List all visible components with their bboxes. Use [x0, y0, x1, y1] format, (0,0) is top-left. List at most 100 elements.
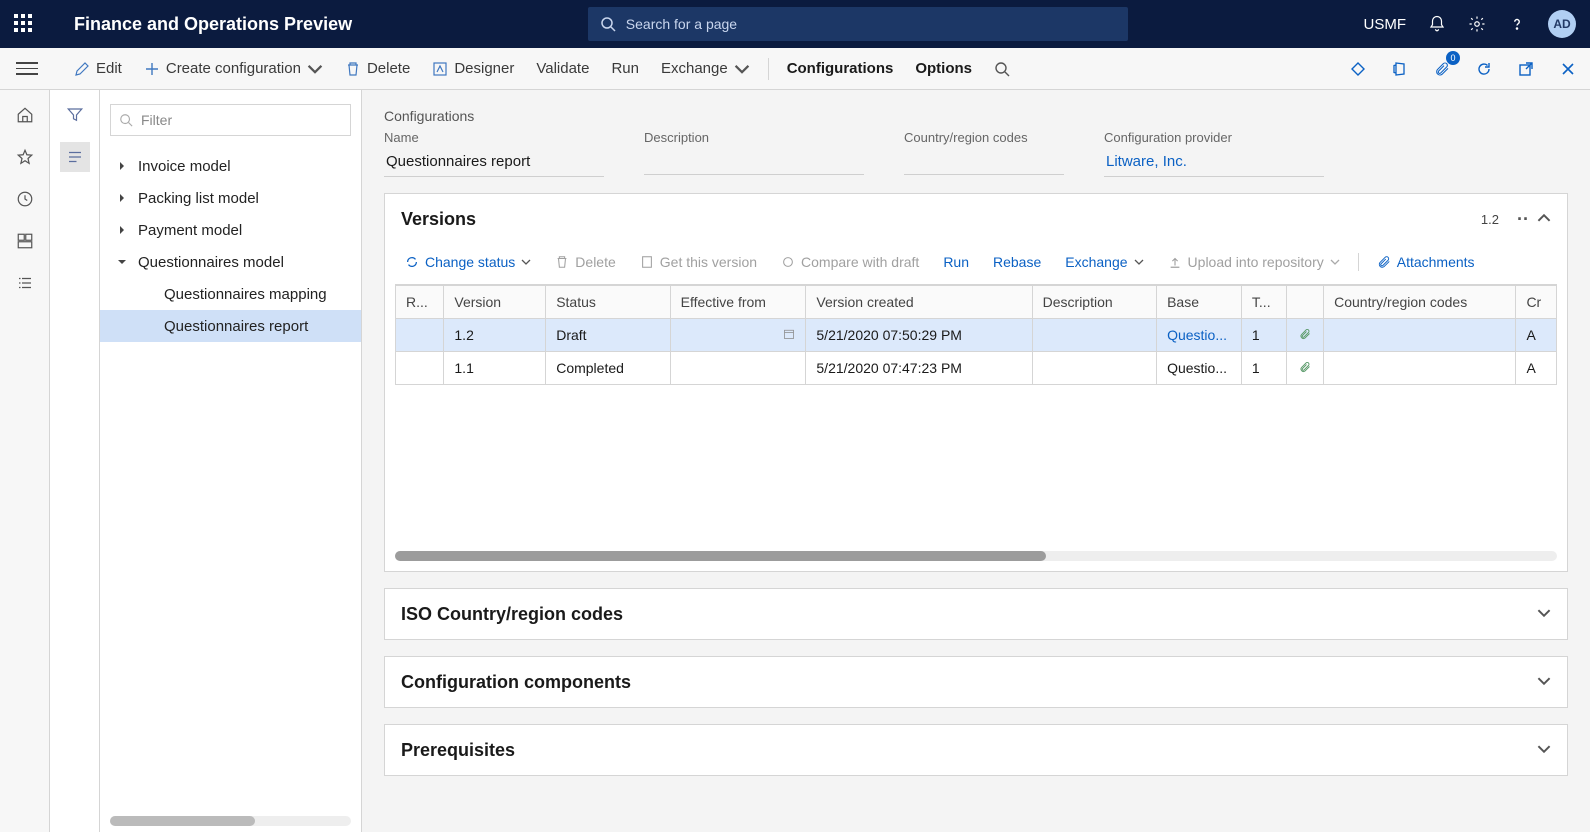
clock-icon[interactable]: [14, 188, 36, 210]
left-rail: [0, 90, 50, 832]
table-row[interactable]: 1.2Draft5/21/2020 07:50:29 PMQuestio...1…: [396, 319, 1557, 352]
column-header[interactable]: T...: [1241, 286, 1286, 319]
company-code[interactable]: USMF: [1364, 16, 1407, 33]
tree-item-label: Questionnaires report: [164, 318, 308, 335]
help-icon[interactable]: [1508, 15, 1526, 33]
chevron-down-icon: [1330, 257, 1340, 267]
chevron-down-icon: [1134, 257, 1144, 267]
column-header[interactable]: Status: [546, 286, 670, 319]
provider-value[interactable]: Litware, Inc.: [1104, 149, 1324, 177]
tree-item-label: Payment model: [138, 222, 242, 239]
get-this-version-button[interactable]: Get this version: [630, 250, 767, 274]
nav-filter-input[interactable]: Filter: [110, 104, 351, 136]
configurations-tab[interactable]: Configurations: [777, 56, 904, 81]
actionbar-search-button[interactable]: [984, 57, 1020, 81]
designer-button[interactable]: Designer: [422, 56, 524, 81]
country-codes-value[interactable]: [904, 149, 1064, 175]
column-header[interactable]: Country/region codes: [1324, 286, 1516, 319]
run-button[interactable]: Run: [601, 56, 649, 81]
nav-horizontal-scrollbar[interactable]: [110, 816, 351, 826]
tree-item-label: Questionnaires model: [138, 254, 284, 271]
iso-title[interactable]: ISO Country/region codes: [401, 604, 623, 625]
funnel-icon[interactable]: [60, 100, 90, 130]
tree-item[interactable]: Questionnaires model: [100, 246, 361, 278]
validate-button[interactable]: Validate: [526, 56, 599, 81]
search-placeholder: Search for a page: [626, 16, 737, 32]
column-header[interactable]: Version created: [806, 286, 1032, 319]
calendar-icon[interactable]: [783, 327, 795, 343]
upload-icon: [1168, 255, 1182, 269]
search-icon: [119, 113, 133, 127]
column-header[interactable]: Version: [444, 286, 546, 319]
global-search[interactable]: Search for a page: [588, 7, 1128, 41]
chevron-down-icon: [734, 61, 750, 77]
table-row[interactable]: 1.1Completed5/21/2020 07:47:23 PMQuestio…: [396, 352, 1557, 385]
column-header[interactable]: [1286, 286, 1323, 319]
pencil-icon: [74, 61, 90, 77]
expand-icon[interactable]: [1537, 672, 1551, 693]
paperclip-icon: [1299, 361, 1311, 373]
grid-horizontal-scrollbar[interactable]: [395, 551, 1557, 561]
search-icon: [600, 16, 616, 32]
config-tree: Invoice modelPacking list model Payment m…: [100, 144, 361, 816]
delete-button[interactable]: Delete: [335, 56, 420, 81]
column-header[interactable]: Effective from: [670, 286, 806, 319]
upload-repository-button[interactable]: Upload into repository: [1158, 250, 1350, 274]
provider-label: Configuration provider: [1104, 130, 1324, 145]
caret-right-icon: [118, 226, 128, 234]
modules-icon[interactable]: [14, 272, 36, 294]
tree-item[interactable]: Packing list model: [100, 182, 361, 214]
components-title[interactable]: Configuration components: [401, 672, 631, 693]
popout-icon[interactable]: [1512, 55, 1540, 83]
refresh-icon[interactable]: [1470, 55, 1498, 83]
attachments-badge: 0: [1446, 51, 1460, 65]
create-configuration-button[interactable]: Create configuration: [134, 56, 333, 81]
column-header[interactable]: Cr: [1516, 286, 1557, 319]
tree-item[interactable]: Questionnaires mapping: [100, 278, 361, 310]
version-exchange-button[interactable]: Exchange: [1055, 250, 1153, 274]
tree-item-label: Questionnaires mapping: [164, 286, 327, 303]
star-icon[interactable]: [14, 146, 36, 168]
paperclip-icon: [1299, 328, 1311, 340]
versions-panel: Versions 1.2 ·· Change status Delete: [384, 193, 1568, 572]
edit-button[interactable]: Edit: [64, 56, 132, 81]
change-status-button[interactable]: Change status: [395, 250, 541, 274]
exchange-button[interactable]: Exchange: [651, 56, 760, 81]
close-icon[interactable]: [1554, 55, 1582, 83]
column-header[interactable]: Description: [1032, 286, 1156, 319]
tree-item[interactable]: Invoice model: [100, 150, 361, 182]
app-launcher-icon[interactable]: [14, 14, 34, 34]
description-value[interactable]: [644, 149, 864, 175]
chevron-down-icon: [307, 61, 323, 77]
expand-icon[interactable]: [1537, 740, 1551, 761]
diamond-icon[interactable]: [1344, 55, 1372, 83]
description-label: Description: [644, 130, 864, 145]
workspace-icon[interactable]: [14, 230, 36, 252]
collapse-icon[interactable]: [1537, 209, 1551, 230]
office-icon[interactable]: [1386, 55, 1414, 83]
tree-item[interactable]: Payment model: [100, 214, 361, 246]
actionbar: Edit Create configuration Delete Designe…: [0, 48, 1590, 90]
name-value[interactable]: Questionnaires report: [384, 149, 604, 177]
expand-icon[interactable]: [1537, 604, 1551, 625]
list-pane-icon[interactable]: [60, 142, 90, 172]
user-avatar[interactable]: AD: [1548, 10, 1576, 38]
attachments-icon[interactable]: 0: [1428, 55, 1456, 83]
version-run-button[interactable]: Run: [933, 250, 979, 274]
column-header[interactable]: Base: [1157, 286, 1242, 319]
prerequisites-title[interactable]: Prerequisites: [401, 740, 515, 761]
more-icon[interactable]: ··: [1517, 209, 1529, 230]
bell-icon[interactable]: [1428, 15, 1446, 33]
app-title: Finance and Operations Preview: [74, 14, 352, 35]
rebase-button[interactable]: Rebase: [983, 250, 1051, 274]
tree-item[interactable]: Questionnaires report: [100, 310, 361, 342]
version-attachments-button[interactable]: Attachments: [1367, 250, 1485, 274]
hamburger-icon[interactable]: [16, 58, 38, 80]
nav-pane: Filter Invoice modelPacking list model Pa…: [100, 90, 362, 832]
version-delete-button[interactable]: Delete: [545, 250, 625, 274]
compare-with-draft-button[interactable]: Compare with draft: [771, 250, 929, 274]
gear-icon[interactable]: [1468, 15, 1486, 33]
column-header[interactable]: R...: [396, 286, 444, 319]
options-tab[interactable]: Options: [905, 56, 982, 81]
home-icon[interactable]: [14, 104, 36, 126]
